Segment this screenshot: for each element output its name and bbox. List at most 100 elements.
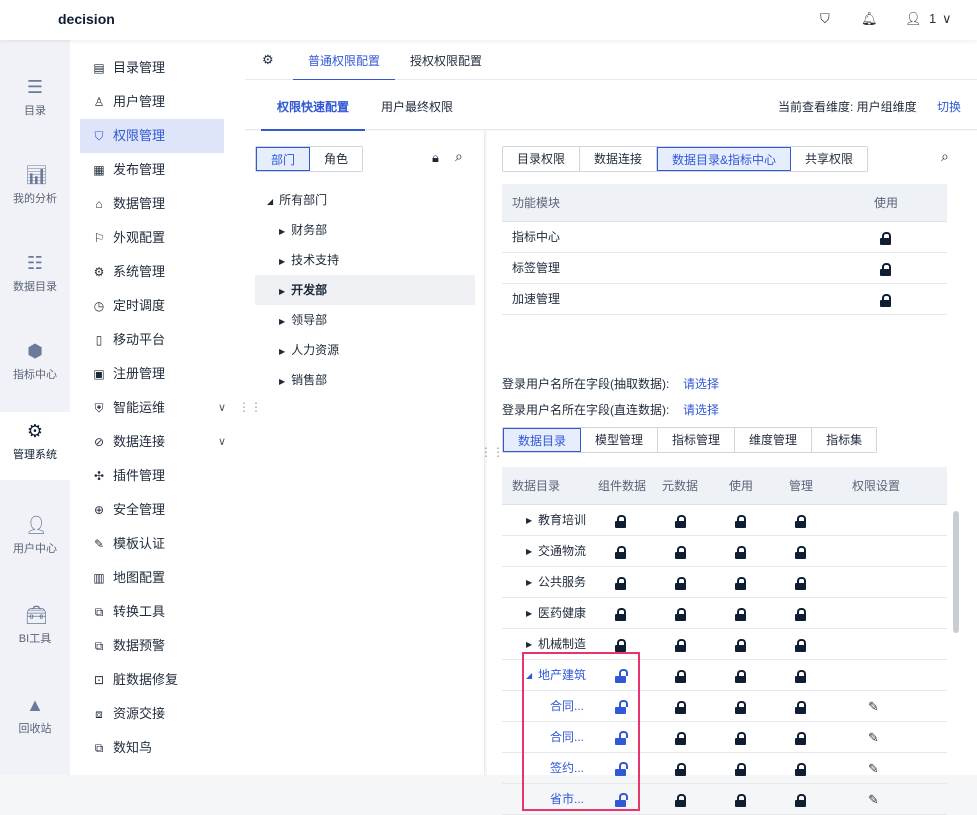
tree-node[interactable]: ▶ 人力资源 <box>255 335 475 365</box>
lock-icon[interactable] <box>735 701 746 714</box>
catalog-name[interactable]: 公共服务 <box>538 567 586 598</box>
sidebar-item[interactable]: ▤ 目录管理 <box>80 51 224 85</box>
lock-icon[interactable] <box>735 670 746 683</box>
tree-node[interactable]: ▶ 销售部 <box>255 365 475 395</box>
caret-right-icon[interactable]: ▶ <box>279 347 285 356</box>
lock-icon[interactable] <box>735 794 746 807</box>
lock-icon[interactable] <box>735 546 746 559</box>
caret-down-icon[interactable]: ◢ <box>267 197 273 206</box>
catalog-name[interactable]: 教育培训 <box>538 505 586 536</box>
field-extract-select[interactable]: 请选择 <box>683 375 719 392</box>
sidebar-item[interactable]: ⧉ 数据预警 <box>80 629 224 663</box>
lock-icon[interactable] <box>735 577 746 590</box>
switch-link[interactable]: 切换 <box>937 98 961 115</box>
field-direct-select[interactable]: 请选择 <box>683 401 719 418</box>
bell-icon[interactable]: 🔔︎ <box>861 11 878 27</box>
caret-right-icon[interactable]: ▶ <box>279 317 285 326</box>
tree-node[interactable]: ▶ 领导部 <box>255 305 475 335</box>
lock-icon[interactable] <box>735 639 746 652</box>
lock-icon[interactable] <box>795 732 806 745</box>
lock-icon[interactable] <box>615 546 626 559</box>
rail-item[interactable]: ☰ 目录 <box>0 68 70 136</box>
lock-icon[interactable] <box>795 794 806 807</box>
lock-icon[interactable] <box>795 670 806 683</box>
sidebar-item[interactable]: ⊡ 脏数据修复 <box>80 663 224 697</box>
sidebar-item[interactable]: ✣ 插件管理 <box>80 459 224 493</box>
caret-right-icon[interactable]: ▶ <box>279 227 285 236</box>
sidebar-item[interactable]: ⌂ 数据管理 <box>80 187 224 221</box>
seg-role[interactable]: 角色 <box>310 147 363 171</box>
sidebar-item[interactable]: ◷ 定时调度 <box>80 289 224 323</box>
sidebar-item[interactable]: ⧉ 转换工具 <box>80 595 224 629</box>
lock-icon[interactable] <box>675 639 686 652</box>
catalog-name[interactable]: 医药健康 <box>538 598 586 629</box>
scrollbar[interactable] <box>953 511 959 633</box>
edit-icon[interactable]: ✎ <box>868 753 879 784</box>
tree-node[interactable]: ▶ 开发部 <box>255 275 475 305</box>
permission-tab[interactable]: 数据连接 <box>580 147 658 171</box>
lock-icon[interactable] <box>675 763 686 776</box>
lock-icon[interactable] <box>675 608 686 621</box>
caret-right-icon[interactable]: ▶ <box>279 257 285 266</box>
sidebar-item[interactable]: ▯ 移动平台 <box>80 323 224 357</box>
lock-icon[interactable] <box>615 577 626 590</box>
caret-right-icon[interactable]: ▶ <box>526 567 532 598</box>
edit-icon[interactable]: ✎ <box>868 691 879 722</box>
rail-item[interactable]: ⚙ 管理系统 <box>0 412 70 480</box>
lock-icon[interactable] <box>795 546 806 559</box>
lock-icon[interactable] <box>675 732 686 745</box>
sidebar-item[interactable]: ⧈ 资源交接 <box>80 697 224 731</box>
lock-icon[interactable] <box>735 763 746 776</box>
lock-icon[interactable] <box>675 546 686 559</box>
tab-normal-permission[interactable]: 普通权限配置 <box>293 52 396 81</box>
sidebar-item[interactable]: ⛉ 权限管理 <box>80 119 224 153</box>
catalog-tab[interactable]: 指标管理 <box>658 428 736 452</box>
resize-handle[interactable]: ⋮⋮ <box>480 445 504 459</box>
caret-right-icon[interactable]: ▶ <box>526 536 532 567</box>
seg-department[interactable]: 部门 <box>256 147 311 171</box>
caret-right-icon[interactable]: ▶ <box>526 598 532 629</box>
chevron-down-icon[interactable]: ∨ <box>942 11 952 27</box>
chevron-down-icon[interactable]: ∨ <box>218 391 226 425</box>
lock-icon[interactable] <box>880 232 891 245</box>
lock-icon[interactable] <box>795 763 806 776</box>
lock-icon[interactable] <box>675 794 686 807</box>
catalog-tab[interactable]: 模型管理 <box>581 428 659 452</box>
catalog-name[interactable]: 交通物流 <box>538 536 586 567</box>
sidebar-item[interactable]: ▥ 地图配置 <box>80 561 224 595</box>
tab-grant-permission[interactable]: 授权权限配置 <box>410 52 482 69</box>
user-icon[interactable]: 👤︎ <box>905 11 922 27</box>
lock-icon[interactable] <box>795 639 806 652</box>
lock-icon[interactable] <box>675 701 686 714</box>
chevron-down-icon[interactable]: ∨ <box>218 425 226 459</box>
edit-icon[interactable]: ✎ <box>868 784 879 815</box>
tab-final-permission[interactable]: 用户最终权限 <box>381 98 453 115</box>
catalog-tab[interactable]: 维度管理 <box>735 428 813 452</box>
sidebar-item[interactable]: ♙ 用户管理 <box>80 85 224 119</box>
permission-tab[interactable]: 数据目录&指标中心 <box>657 147 792 171</box>
settings-icon[interactable]: ⚙ <box>262 52 274 68</box>
lock-icon[interactable] <box>735 732 746 745</box>
lock-icon[interactable] <box>615 639 626 652</box>
sidebar-item[interactable]: ⊕ 安全管理 <box>80 493 224 527</box>
lock-icon[interactable] <box>795 577 806 590</box>
sidebar-item[interactable]: ⚙ 系统管理 <box>80 255 224 289</box>
tree-node[interactable]: ▶ 技术支持 <box>255 245 475 275</box>
sidebar-item[interactable]: ⚐ 外观配置 <box>80 221 224 255</box>
rail-item[interactable]: 🧰︎ BI工具 <box>0 596 70 664</box>
permission-tab[interactable]: 共享权限 <box>791 147 868 171</box>
rail-item[interactable]: 👤︎ 用户中心 <box>0 506 70 574</box>
rail-item[interactable]: ☷ 数据目录 <box>0 244 70 312</box>
lock-icon[interactable] <box>675 577 686 590</box>
lock-icon[interactable] <box>675 515 686 528</box>
lock-filter-icon[interactable]: 🔒︎ <box>432 150 439 166</box>
user-name[interactable]: 1 <box>929 11 936 26</box>
edit-icon[interactable]: ✎ <box>868 722 879 753</box>
search-icon[interactable]: ⌕ <box>455 148 463 165</box>
sidebar-item[interactable]: ▣ 注册管理 <box>80 357 224 391</box>
sidebar-item[interactable]: ⊘ 数据连接 ∨ <box>80 425 226 459</box>
catalog-tab[interactable]: 数据目录 <box>503 428 582 452</box>
tree-node[interactable]: ▶ 财务部 <box>255 215 475 245</box>
lock-icon[interactable] <box>795 701 806 714</box>
lock-icon[interactable] <box>795 515 806 528</box>
